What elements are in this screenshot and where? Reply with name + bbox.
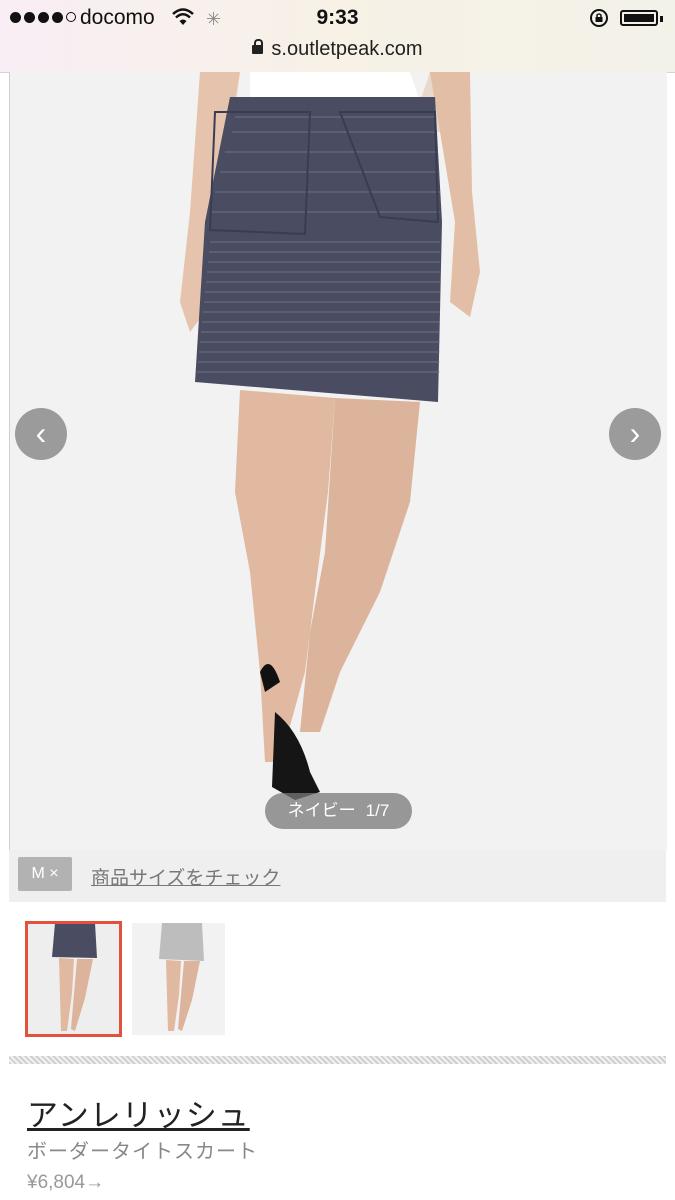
size-selector-row: M × 商品サイズをチェック — [9, 850, 666, 902]
size-check-link[interactable]: 商品サイズをチェック — [91, 863, 280, 890]
status-bar: docomo ✳ 9:33 — [0, 6, 675, 32]
product-photo — [10, 72, 667, 850]
product-name: ボーダータイトスカート — [27, 1141, 258, 1163]
address-bar[interactable]: s.outletpeak.com — [0, 38, 675, 61]
product-price: ¥6,804→ — [27, 1172, 105, 1193]
section-divider — [9, 1056, 666, 1064]
product-info: アンレリッシュ ボーダータイトスカート ¥6,804→ — [9, 1064, 666, 1200]
previous-image-button[interactable]: ‹ — [15, 408, 67, 460]
image-caption: ネイビー 1/7 — [265, 793, 412, 829]
product-image-gallery[interactable]: ‹ › ネイビー 1/7 — [9, 72, 667, 850]
browser-chrome: docomo ✳ 9:33 s.outletpeak.com — [0, 0, 675, 73]
thumbnail-navy-image — [27, 923, 120, 1035]
chevron-left-icon: ‹ — [35, 415, 47, 451]
image-counter: 1/7 — [365, 801, 390, 820]
thumbnail-gray-image — [132, 923, 225, 1035]
chevron-right-icon: › — [629, 415, 641, 451]
brand-link[interactable]: アンレリッシュ — [27, 1090, 250, 1135]
battery-icon — [620, 10, 658, 26]
lock-icon — [252, 39, 264, 54]
url-text: s.outletpeak.com — [271, 38, 423, 60]
next-image-button[interactable]: › — [609, 408, 661, 460]
color-thumbnails — [9, 902, 666, 1057]
rotation-lock-icon — [590, 9, 608, 27]
thumbnail-gray[interactable] — [132, 923, 225, 1035]
color-name: ネイビー — [287, 801, 356, 820]
size-tag-m[interactable]: M × — [18, 857, 72, 891]
battery-tip — [660, 16, 663, 22]
clock: 9:33 — [316, 6, 359, 29]
thumbnail-navy[interactable] — [25, 921, 122, 1037]
